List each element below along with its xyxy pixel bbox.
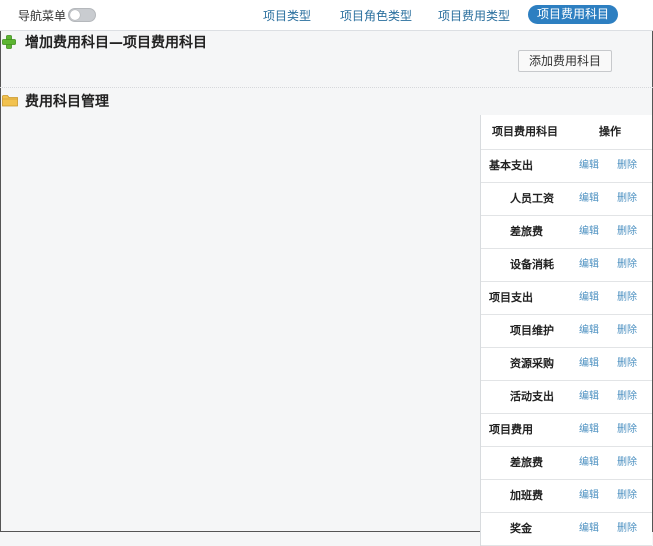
edit-link[interactable]: 编辑	[579, 513, 599, 545]
nav-menu-toggle[interactable]	[68, 8, 96, 22]
subject-child-name: 人员工资	[510, 192, 554, 205]
add-section-title: 增加费用科目—项目费用科目	[25, 35, 207, 51]
table-row: 差旅费 编辑 删除	[481, 447, 652, 480]
edit-link[interactable]: 编辑	[579, 249, 599, 281]
column-header-operation: 操作	[599, 125, 621, 138]
table-row: 项目支出 编辑 删除	[481, 282, 652, 315]
tab-project-cost-type[interactable]: 项目费用类型	[438, 7, 510, 24]
delete-link[interactable]: 删除	[617, 381, 637, 413]
table-row: 项目费用 编辑 删除	[481, 414, 652, 447]
table-row: 人员工资 编辑 删除	[481, 183, 652, 216]
edit-link[interactable]: 编辑	[579, 282, 599, 314]
edit-link[interactable]: 编辑	[579, 447, 599, 479]
subject-child-name: 加班费	[510, 489, 543, 502]
tab-project-role-type[interactable]: 项目角色类型	[340, 7, 412, 24]
add-cost-subject-button[interactable]: 添加费用科目	[518, 50, 612, 72]
table-row: 设备消耗 编辑 删除	[481, 249, 652, 282]
nav-menu-label: 导航菜单	[18, 9, 67, 23]
tab-project-cost-subject[interactable]: 项目费用科目	[528, 5, 619, 24]
subject-child-name: 资源采购	[510, 357, 554, 370]
delete-link[interactable]: 删除	[617, 183, 637, 215]
edit-link[interactable]: 编辑	[579, 150, 599, 182]
table-row: 基本支出 编辑 删除	[481, 150, 652, 183]
table-body: 基本支出 编辑 删除 人员工资 编辑 删除 差旅费 编辑 删除 设备消耗 编辑 删除 项目支出 编辑 删除项…	[481, 150, 652, 546]
edit-link[interactable]: 编辑	[579, 315, 599, 347]
column-header-subject: 项目费用科目	[492, 125, 558, 138]
subject-group-name: 基本支出	[489, 159, 533, 172]
subject-child-name: 设备消耗	[510, 258, 554, 271]
subject-group-name: 项目费用	[489, 423, 533, 436]
delete-link[interactable]: 删除	[617, 513, 637, 545]
table-row: 加班费 编辑 删除	[481, 480, 652, 513]
subject-child-name: 奖金	[510, 522, 532, 535]
table-row: 活动支出 编辑 删除	[481, 381, 652, 414]
delete-link[interactable]: 删除	[617, 480, 637, 512]
delete-link[interactable]: 删除	[617, 348, 637, 380]
delete-link[interactable]: 删除	[617, 447, 637, 479]
section-divider	[0, 87, 653, 88]
edit-link[interactable]: 编辑	[579, 183, 599, 215]
subject-child-name: 差旅费	[510, 456, 543, 469]
table-row: 项目维护 编辑 删除	[481, 315, 652, 348]
cost-subject-table: 项目费用科目 操作 基本支出 编辑 删除 人员工资 编辑 删除 差旅费 编辑 删除 设备消耗 编辑删…	[480, 115, 652, 546]
top-nav-bar: 导航菜单 项目类型 项目角色类型 项目费用类型 项目费用科目	[0, 0, 653, 31]
manage-section-title: 费用科目管理	[25, 94, 109, 110]
tab-project-type[interactable]: 项目类型	[263, 7, 311, 24]
table-row: 差旅费 编辑 删除	[481, 216, 652, 249]
subject-group-name: 项目支出	[489, 291, 533, 304]
folder-icon	[2, 95, 18, 107]
table-row: 奖金 编辑 删除	[481, 513, 652, 546]
plus-icon	[2, 35, 16, 49]
edit-link[interactable]: 编辑	[579, 480, 599, 512]
delete-link[interactable]: 删除	[617, 150, 637, 182]
delete-link[interactable]: 删除	[617, 249, 637, 281]
delete-link[interactable]: 删除	[617, 315, 637, 347]
table-header: 项目费用科目 操作	[481, 115, 652, 150]
table-row: 资源采购 编辑 删除	[481, 348, 652, 381]
toggle-knob	[70, 10, 80, 20]
delete-link[interactable]: 删除	[617, 282, 637, 314]
subject-child-name: 差旅费	[510, 225, 543, 238]
edit-link[interactable]: 编辑	[579, 414, 599, 446]
delete-link[interactable]: 删除	[617, 216, 637, 248]
edit-link[interactable]: 编辑	[579, 381, 599, 413]
subject-child-name: 项目维护	[510, 324, 554, 337]
subject-child-name: 活动支出	[510, 390, 554, 403]
edit-link[interactable]: 编辑	[579, 216, 599, 248]
edit-link[interactable]: 编辑	[579, 348, 599, 380]
delete-link[interactable]: 删除	[617, 414, 637, 446]
